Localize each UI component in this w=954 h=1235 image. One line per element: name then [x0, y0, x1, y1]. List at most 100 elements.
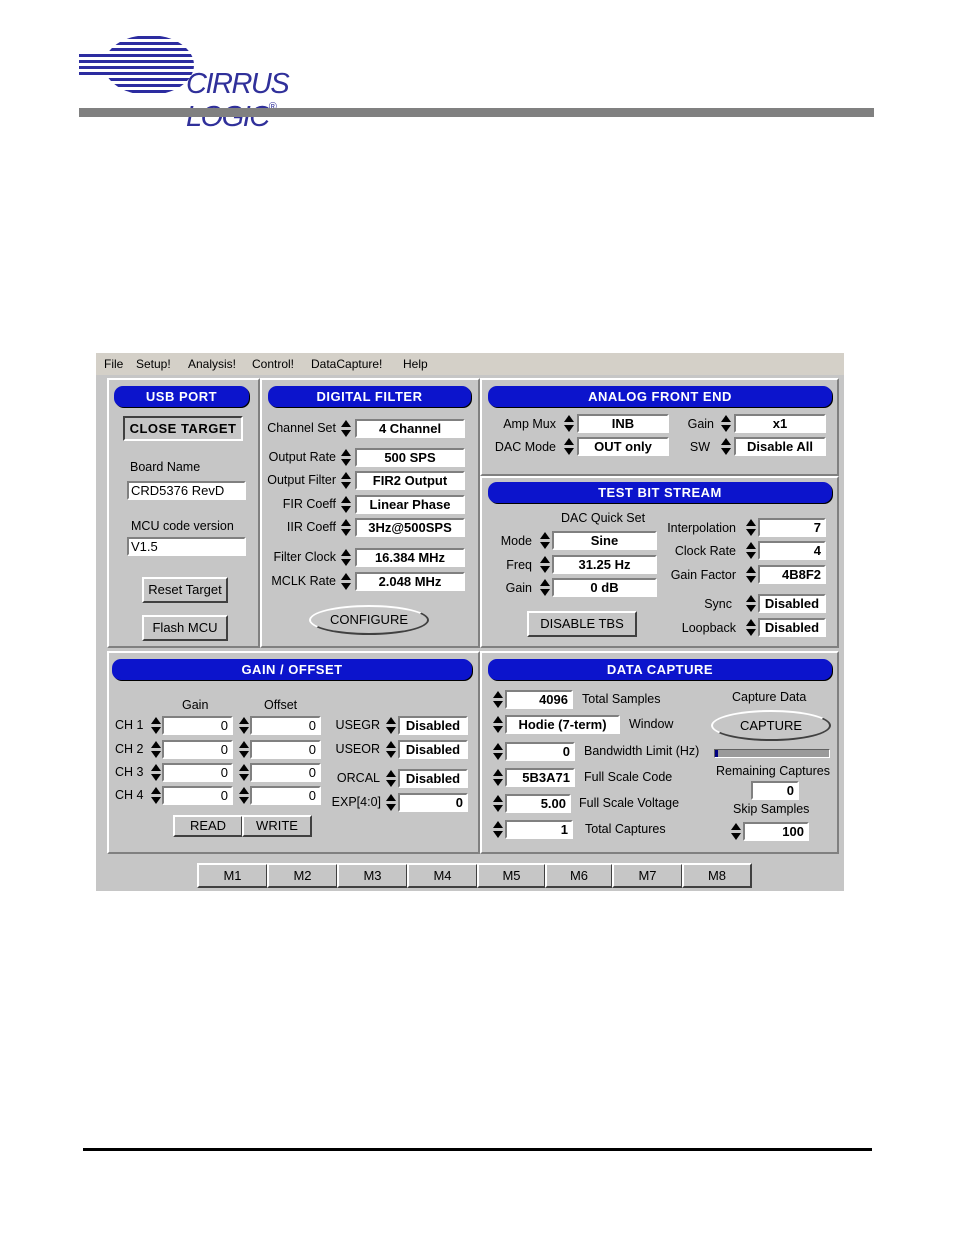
ch1-gain-spinner-icon[interactable] — [150, 716, 161, 735]
mclk-rate-field[interactable]: 2.048 MHz — [355, 572, 465, 591]
gain-factor-field[interactable]: 4B8F2 — [758, 565, 826, 584]
reset-target-button[interactable]: Reset Target — [142, 577, 228, 603]
menu-help[interactable]: Help — [403, 357, 428, 371]
clock-rate-spinner-icon[interactable] — [745, 541, 756, 560]
exp-field[interactable]: 0 — [398, 793, 468, 812]
orcal-field[interactable]: Disabled — [398, 769, 468, 788]
macro-button-m1[interactable]: M1 — [197, 863, 268, 888]
afe-gain-field[interactable]: x1 — [734, 414, 826, 433]
menu-file[interactable]: File — [104, 357, 123, 371]
dac-mode-field[interactable]: OUT only — [577, 437, 669, 456]
iir-coeff-field[interactable]: 3Hz@500SPS — [355, 518, 465, 537]
macro-button-m3[interactable]: M3 — [337, 863, 408, 888]
output-rate-spinner-icon[interactable] — [340, 448, 351, 467]
total-samples-spinner-icon[interactable] — [492, 690, 503, 709]
macro-button-m4[interactable]: M4 — [407, 863, 478, 888]
fir-coeff-field[interactable]: Linear Phase — [355, 495, 465, 514]
configure-button[interactable]: CONFIGURE — [309, 605, 429, 635]
tbs-freq-field[interactable]: 31.25 Hz — [552, 555, 657, 574]
sync-field[interactable]: Disabled — [758, 594, 826, 613]
sync-spinner-icon[interactable] — [745, 594, 756, 613]
skip-samples-field[interactable]: 100 — [743, 822, 809, 841]
ch4-offset-field[interactable]: 0 — [250, 786, 321, 805]
ch3-offset-spinner-icon[interactable] — [238, 763, 249, 782]
skip-samples-spinner-icon[interactable] — [730, 822, 741, 841]
full-scale-code-field[interactable]: 5B3A71 — [505, 768, 575, 787]
orcal-spinner-icon[interactable] — [385, 769, 396, 788]
read-button[interactable]: READ — [173, 815, 243, 837]
amp-mux-field[interactable]: INB — [577, 414, 669, 433]
ch3-gain-spinner-icon[interactable] — [150, 763, 161, 782]
ch3-offset-field[interactable]: 0 — [250, 763, 321, 782]
total-captures-field[interactable]: 1 — [505, 820, 573, 839]
gain-factor-spinner-icon[interactable] — [745, 565, 756, 584]
ch4-offset-spinner-icon[interactable] — [238, 786, 249, 805]
interpolation-spinner-icon[interactable] — [745, 518, 756, 537]
bandwidth-field[interactable]: 0 — [505, 742, 575, 761]
disable-tbs-button[interactable]: DISABLE TBS — [527, 611, 637, 637]
channel-set-spinner-icon[interactable] — [340, 419, 351, 438]
filter-clock-spinner-icon[interactable] — [340, 548, 351, 567]
exp-spinner-icon[interactable] — [385, 793, 396, 812]
iir-coeff-spinner-icon[interactable] — [340, 518, 351, 537]
ch1-offset-field[interactable]: 0 — [250, 716, 321, 735]
output-rate-field[interactable]: 500 SPS — [355, 448, 465, 467]
total-samples-field[interactable]: 4096 — [505, 690, 573, 709]
ch4-gain-field[interactable]: 0 — [162, 786, 233, 805]
ch3-gain-field[interactable]: 0 — [162, 763, 233, 782]
usegr-spinner-icon[interactable] — [385, 716, 396, 735]
flash-mcu-button[interactable]: Flash MCU — [142, 615, 228, 641]
board-name-field[interactable]: CRD5376 RevD — [127, 481, 246, 500]
mclk-rate-spinner-icon[interactable] — [340, 572, 351, 591]
tbs-freq-spinner-icon[interactable] — [539, 555, 550, 574]
full-scale-code-spinner-icon[interactable] — [492, 768, 503, 787]
filter-clock-field[interactable]: 16.384 MHz — [355, 548, 465, 567]
useor-spinner-icon[interactable] — [385, 740, 396, 759]
ch1-gain-field[interactable]: 0 — [162, 716, 233, 735]
tbs-gain-field[interactable]: 0 dB — [552, 578, 657, 597]
macro-button-m2[interactable]: M2 — [267, 863, 338, 888]
useor-field[interactable]: Disabled — [398, 740, 468, 759]
channel-set-field[interactable]: 4 Channel — [355, 419, 465, 438]
ch1-offset-spinner-icon[interactable] — [238, 716, 249, 735]
macro-button-m8[interactable]: M8 — [682, 863, 752, 888]
menu-analysis[interactable]: Analysis! — [188, 357, 236, 371]
macro-button-m5[interactable]: M5 — [477, 863, 546, 888]
afe-gain-spinner-icon[interactable] — [720, 414, 731, 433]
capture-button[interactable]: CAPTURE — [711, 710, 831, 741]
remaining-captures-field[interactable]: 0 — [751, 781, 799, 800]
macro-button-m6[interactable]: M6 — [545, 863, 613, 888]
output-filter-field[interactable]: FIR2 Output — [355, 471, 465, 490]
ch2-offset-spinner-icon[interactable] — [238, 740, 249, 759]
usegr-field[interactable]: Disabled — [398, 716, 468, 735]
macro-button-m7[interactable]: M7 — [612, 863, 683, 888]
tbs-mode-field[interactable]: Sine — [552, 531, 657, 550]
ch2-offset-field[interactable]: 0 — [250, 740, 321, 759]
sw-spinner-icon[interactable] — [720, 437, 731, 456]
clock-rate-field[interactable]: 4 — [758, 541, 826, 560]
mcu-version-field[interactable]: V1.5 — [127, 537, 246, 556]
tbs-gain-spinner-icon[interactable] — [539, 578, 550, 597]
window-spinner-icon[interactable] — [492, 715, 503, 734]
fir-coeff-spinner-icon[interactable] — [340, 495, 351, 514]
full-scale-voltage-field[interactable]: 5.00 — [505, 794, 571, 813]
full-scale-voltage-spinner-icon[interactable] — [492, 794, 503, 813]
dac-mode-spinner-icon[interactable] — [563, 437, 574, 456]
tbs-mode-spinner-icon[interactable] — [539, 531, 550, 550]
menu-setup[interactable]: Setup! — [136, 357, 171, 371]
ch4-gain-spinner-icon[interactable] — [150, 786, 161, 805]
window-field[interactable]: Hodie (7-term) — [505, 715, 620, 734]
interpolation-field[interactable]: 7 — [758, 518, 826, 537]
amp-mux-spinner-icon[interactable] — [563, 414, 574, 433]
bandwidth-spinner-icon[interactable] — [492, 742, 503, 761]
output-filter-spinner-icon[interactable] — [340, 471, 351, 490]
ch2-gain-field[interactable]: 0 — [162, 740, 233, 759]
total-captures-spinner-icon[interactable] — [492, 820, 503, 839]
menu-control[interactable]: Control! — [252, 357, 294, 371]
menu-datacapture[interactable]: DataCapture! — [311, 357, 382, 371]
close-target-button[interactable]: CLOSE TARGET — [123, 416, 243, 441]
write-button[interactable]: WRITE — [242, 815, 312, 837]
loopback-field[interactable]: Disabled — [758, 618, 826, 637]
loopback-spinner-icon[interactable] — [745, 618, 756, 637]
sw-field[interactable]: Disable All — [734, 437, 826, 456]
